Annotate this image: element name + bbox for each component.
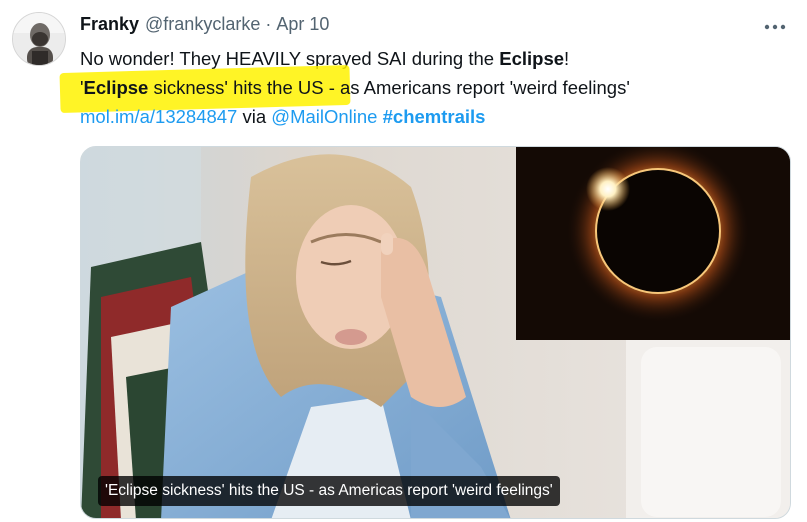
text-segment: ! bbox=[564, 48, 570, 69]
avatar-image bbox=[13, 13, 65, 65]
hashtag-link[interactable]: #chemtrails bbox=[383, 106, 486, 127]
bold-word: Eclipse bbox=[83, 77, 149, 98]
tweet-card[interactable]: Franky @frankyclarke · Apr 10 No wonder!… bbox=[0, 0, 807, 522]
more-horizontal-icon bbox=[764, 24, 786, 30]
text-segment: ' bbox=[80, 77, 84, 98]
article-link[interactable]: mol.im/a/13284847 bbox=[80, 106, 237, 127]
mention-link[interactable]: @MailOnline bbox=[271, 106, 377, 127]
header-separator: · bbox=[265, 14, 272, 34]
solar-eclipse-image bbox=[516, 147, 790, 340]
text-segment: sickness' hits the US - as Americans rep… bbox=[148, 77, 630, 98]
author-handle[interactable]: @frankyclarke bbox=[145, 14, 260, 35]
bold-word: Eclipse bbox=[499, 48, 565, 69]
tweet-date[interactable]: Apr 10 bbox=[276, 14, 329, 35]
media-caption: 'Eclipse sickness' hits the US - as Amer… bbox=[98, 476, 560, 506]
more-button[interactable] bbox=[760, 14, 790, 40]
media-card[interactable]: 'Eclipse sickness' hits the US - as Amer… bbox=[80, 146, 791, 519]
tweet-text-line-2: 'Eclipse sickness' hits the US - as Amer… bbox=[59, 64, 790, 114]
tweet-text-line-3: mol.im/a/13284847 via @MailOnline #chemt… bbox=[80, 102, 790, 131]
avatar[interactable] bbox=[12, 12, 66, 66]
author-name[interactable]: Franky bbox=[80, 14, 139, 35]
tweet-header: Franky @frankyclarke · Apr 10 bbox=[80, 14, 329, 40]
eclipse-photo-inset bbox=[516, 147, 790, 340]
text-segment: via bbox=[237, 106, 272, 127]
tweet-text: No wonder! They HEAVILY sprayed SAI duri… bbox=[59, 44, 790, 131]
